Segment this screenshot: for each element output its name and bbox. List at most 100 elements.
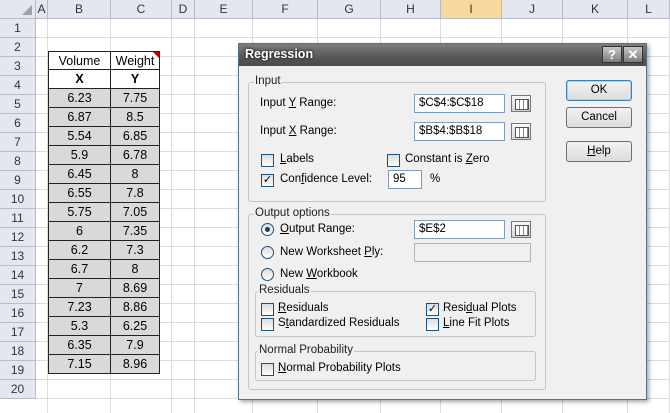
column-header-H[interactable]: H	[381, 0, 441, 19]
cell-B3[interactable]: X	[48, 70, 111, 89]
row-header-13[interactable]: 13	[0, 247, 36, 266]
cell-C3[interactable]: Y	[111, 70, 160, 89]
row-header-8[interactable]: 8	[0, 152, 36, 171]
row-header-18[interactable]: 18	[0, 342, 36, 361]
help-button[interactable]: Help	[566, 141, 632, 162]
table-cell-volume[interactable]: 5.9	[48, 146, 111, 165]
row-header-5[interactable]: 5	[0, 95, 36, 114]
table-cell-volume[interactable]: 6	[48, 222, 111, 241]
column-header-K[interactable]: K	[563, 0, 628, 19]
table-cell-weight[interactable]: 6.78	[111, 146, 160, 165]
row-header-16[interactable]: 16	[0, 304, 36, 323]
column-header-B[interactable]: B	[48, 0, 111, 19]
output-range-selector-button[interactable]	[511, 221, 531, 238]
table-cell-weight[interactable]: 7.9	[111, 336, 160, 355]
new-worksheet-ply-radio[interactable]	[261, 246, 274, 259]
column-header-F[interactable]: F	[253, 0, 318, 19]
cancel-button[interactable]: Cancel	[566, 107, 632, 128]
output-range-radio[interactable]	[261, 223, 274, 236]
residual-plots-checkbox[interactable]: ✓	[426, 303, 439, 316]
y-range-selector-button[interactable]	[511, 95, 531, 112]
table-cell-weight[interactable]: 8.69	[111, 279, 160, 298]
input-x-range-field[interactable]: $B$4:$B$18	[414, 122, 505, 141]
input-y-range-field[interactable]: $C$4:$C$18	[414, 94, 505, 113]
column-header-A[interactable]: A	[36, 0, 48, 19]
row-header-15[interactable]: 15	[0, 285, 36, 304]
table-cell-volume[interactable]: 7	[48, 279, 111, 298]
help-icon[interactable]: ?	[602, 46, 622, 63]
standardized-residuals-checkbox[interactable]	[261, 318, 274, 331]
table-cell-volume[interactable]: 5.54	[48, 127, 111, 146]
confidence-level-checkbox[interactable]: ✓	[261, 174, 274, 187]
table-cell-volume[interactable]: 6.87	[48, 108, 111, 127]
row-header-1[interactable]: 1	[0, 19, 36, 38]
row-header-10[interactable]: 10	[0, 190, 36, 209]
cell-B2[interactable]: Volume	[48, 51, 111, 70]
row-header-2[interactable]: 2	[0, 38, 36, 57]
close-icon[interactable]: ✕	[623, 46, 643, 63]
comment-indicator-icon[interactable]	[153, 52, 159, 58]
new-workbook-radio[interactable]	[261, 268, 274, 281]
select-all-corner[interactable]	[0, 0, 36, 19]
row-header-12[interactable]: 12	[0, 228, 36, 247]
table-cell-weight[interactable]: 7.35	[111, 222, 160, 241]
output-range-field[interactable]: $E$2	[414, 220, 505, 239]
constant-zero-checkbox[interactable]	[387, 154, 400, 167]
table-cell-weight[interactable]: 8.96	[111, 355, 160, 374]
ok-button[interactable]: OK	[566, 80, 632, 101]
row-header-4[interactable]: 4	[0, 76, 36, 95]
normal-probability-plots-checkbox[interactable]	[261, 363, 274, 376]
confidence-level-field[interactable]: 95	[388, 170, 422, 189]
table-cell-weight[interactable]: 7.3	[111, 241, 160, 260]
dialog-title-bar[interactable]: Regression ? ✕	[239, 44, 646, 66]
residuals-checkbox[interactable]	[261, 303, 274, 316]
cell-C2[interactable]: Weight	[111, 51, 160, 70]
input-group-label: Input	[254, 75, 282, 87]
table-cell-volume[interactable]: 6.23	[48, 89, 111, 108]
line-fit-plots-checkbox[interactable]	[426, 318, 439, 331]
row-header-11[interactable]: 11	[0, 209, 36, 228]
table-cell-volume[interactable]: 6.35	[48, 336, 111, 355]
table-cell-volume[interactable]: 6.2	[48, 241, 111, 260]
table-cell-volume[interactable]: 5.3	[48, 317, 111, 336]
table-cell-weight[interactable]: 8	[111, 260, 160, 279]
confidence-level-label: Confidence Level:	[280, 173, 373, 185]
row-header-6[interactable]: 6	[0, 114, 36, 133]
residual-plots-check-mark: ✓	[427, 303, 438, 315]
row-header-14[interactable]: 14	[0, 266, 36, 285]
row-header-19[interactable]: 19	[0, 361, 36, 380]
table-cell-weight[interactable]: 6.25	[111, 317, 160, 336]
table-cell-volume[interactable]: 6.45	[48, 165, 111, 184]
output-options-label: Output options	[254, 207, 331, 219]
row-header-7[interactable]: 7	[0, 133, 36, 152]
table-cell-volume[interactable]: 7.15	[48, 355, 111, 374]
table-cell-volume[interactable]: 5.75	[48, 203, 111, 222]
column-header-D[interactable]: D	[172, 0, 195, 19]
row-header-17[interactable]: 17	[0, 323, 36, 342]
column-header-L[interactable]: L	[628, 0, 670, 19]
row-header-20[interactable]: 20	[0, 380, 36, 399]
confidence-check-mark: ✓	[262, 174, 273, 186]
row-header-9[interactable]: 9	[0, 171, 36, 190]
residuals-group-label: Residuals	[258, 284, 311, 296]
table-cell-weight[interactable]: 7.05	[111, 203, 160, 222]
new-worksheet-ply-field[interactable]	[414, 243, 531, 262]
table-cell-weight[interactable]: 8	[111, 165, 160, 184]
table-cell-weight[interactable]: 7.75	[111, 89, 160, 108]
table-cell-weight[interactable]: 7.8	[111, 184, 160, 203]
labels-checkbox[interactable]	[261, 154, 274, 167]
table-cell-volume[interactable]: 6.7	[48, 260, 111, 279]
table-cell-volume[interactable]: 7.23	[48, 298, 111, 317]
x-range-selector-button[interactable]	[511, 123, 531, 140]
table-cell-weight[interactable]: 8.86	[111, 298, 160, 317]
column-header-I[interactable]: I	[441, 0, 502, 19]
column-header-C[interactable]: C	[111, 0, 172, 19]
column-header-E[interactable]: E	[195, 0, 253, 19]
column-header-J[interactable]: J	[502, 0, 563, 19]
column-header-G[interactable]: G	[318, 0, 381, 19]
table-cell-weight[interactable]: 6.85	[111, 127, 160, 146]
row-header-3[interactable]: 3	[0, 57, 36, 76]
table-cell-weight[interactable]: 8.5	[111, 108, 160, 127]
input-x-range-label: Input X Range:	[260, 125, 337, 137]
table-cell-volume[interactable]: 6.55	[48, 184, 111, 203]
